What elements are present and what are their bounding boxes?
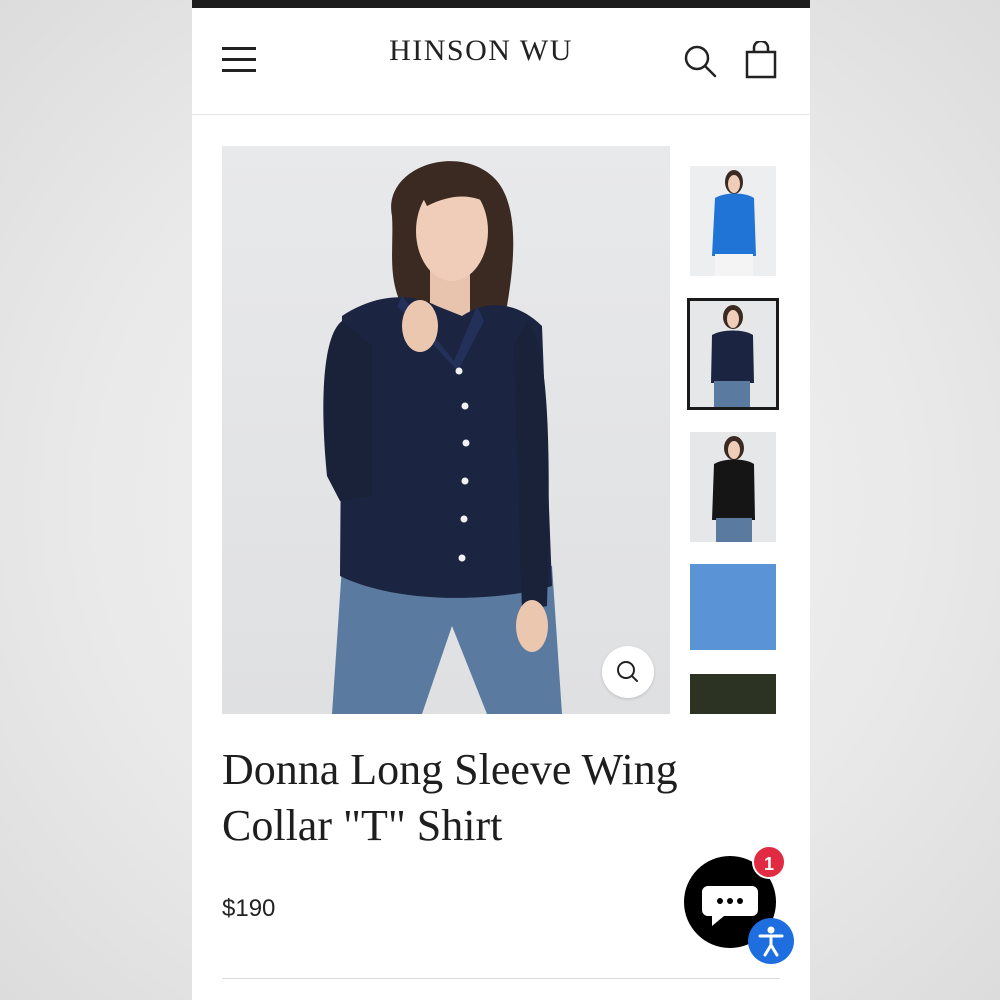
product-price: $190 (222, 895, 276, 922)
main-product-image[interactable] (222, 146, 670, 714)
section-divider (222, 978, 780, 979)
thumbnail-olive-swatch[interactable] (690, 674, 776, 714)
thumbnail-black-shirt[interactable] (690, 432, 776, 542)
status-bar (192, 0, 810, 8)
shopping-bag-icon[interactable] (744, 39, 778, 79)
accessibility-button[interactable] (748, 918, 794, 964)
thumbnail-blue-shirt[interactable] (690, 166, 776, 276)
search-icon[interactable] (682, 43, 718, 79)
site-header: HINSON WU (192, 8, 810, 115)
chat-notification-badge: 1 (752, 845, 786, 879)
thumbnail-blue-swatch[interactable] (690, 564, 776, 650)
mobile-product-page: HINSON WU Donna Long Sleeve Wing Collar … (192, 0, 810, 1000)
thumbnail-navy-shirt[interactable] (687, 298, 779, 410)
zoom-button[interactable] (602, 646, 654, 698)
product-title-line-1: Donna Long Sleeve Wing (222, 745, 678, 794)
magnifier-icon (617, 661, 638, 682)
accessibility-icon (758, 926, 784, 957)
product-title-line-2: Collar "T" Shirt (222, 801, 503, 850)
product-title: Donna Long Sleeve Wing Collar "T" Shirt (222, 742, 762, 854)
